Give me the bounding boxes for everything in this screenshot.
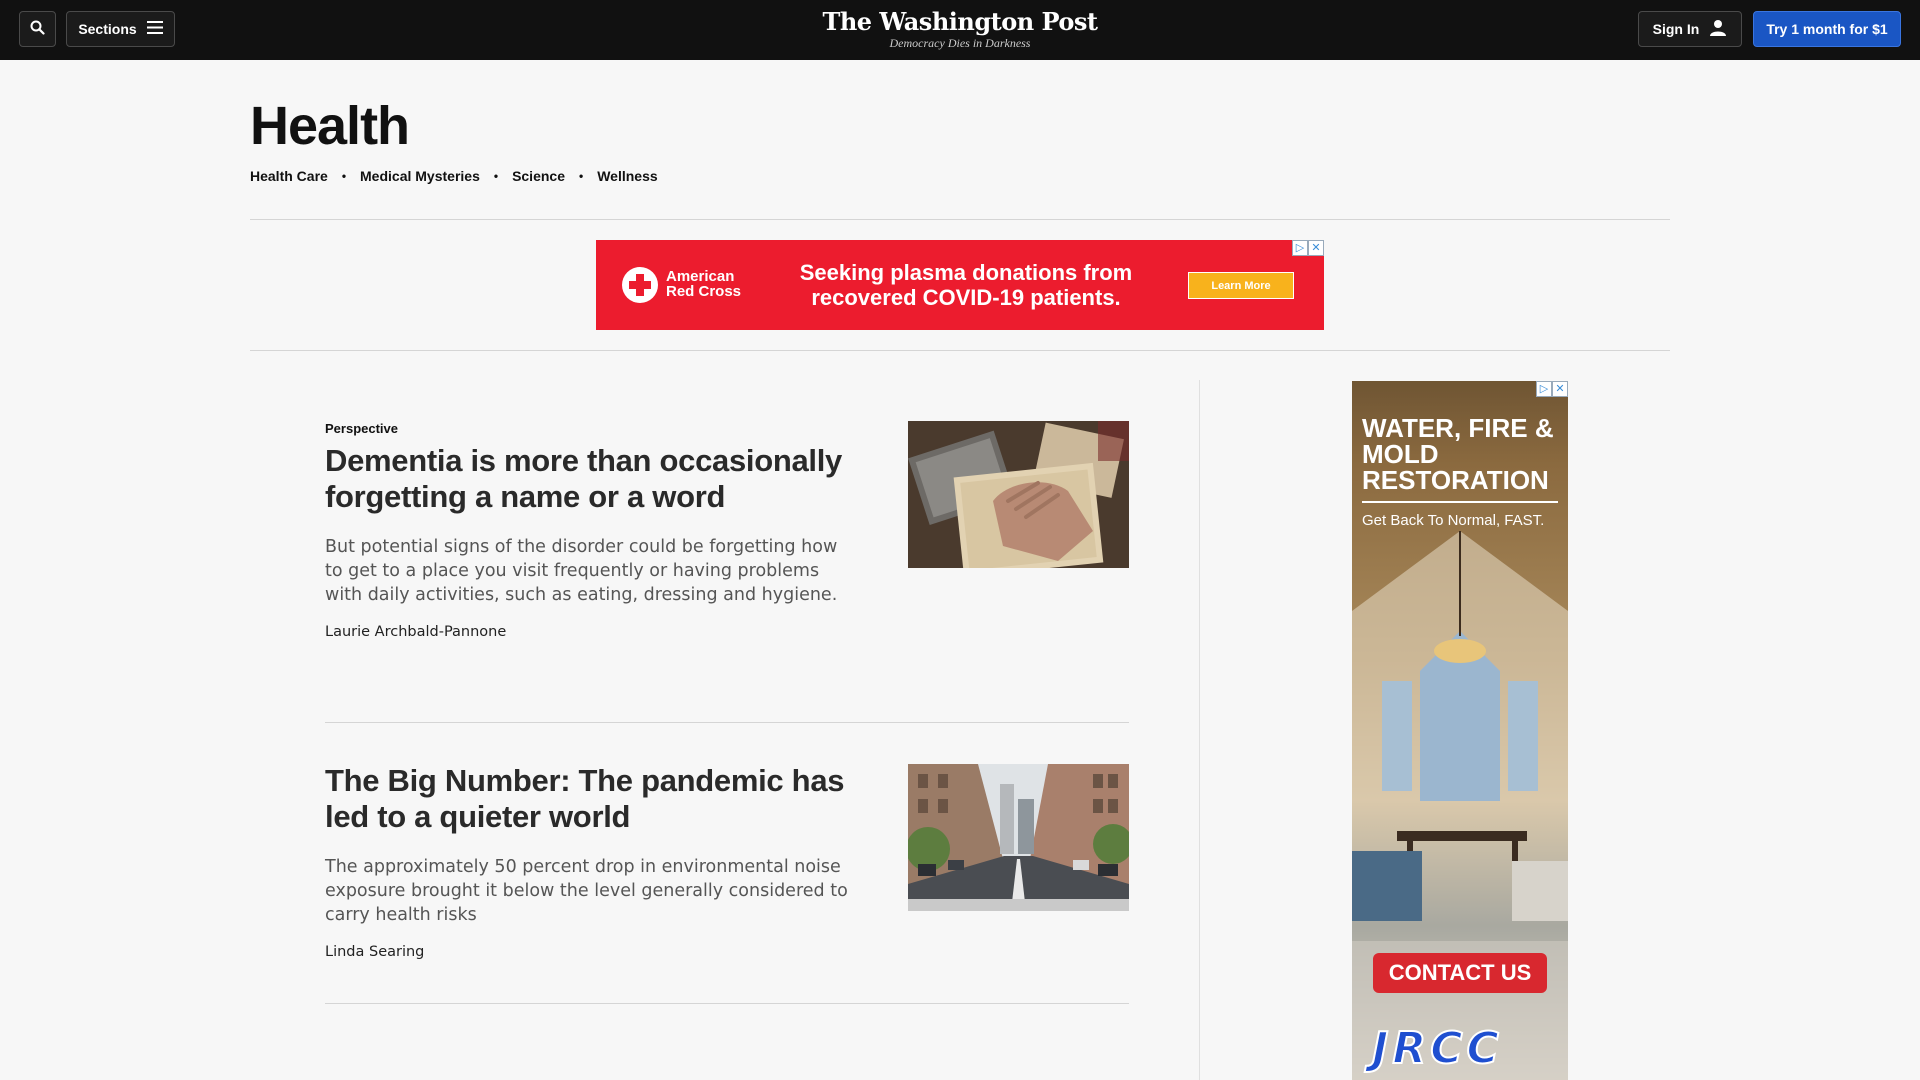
ad-learn-more-button[interactable]: Learn More <box>1188 272 1294 299</box>
logo-tagline: Democracy Dies in Darkness <box>889 36 1031 50</box>
side-ad-divider <box>1362 501 1558 503</box>
sections-button[interactable]: Sections <box>66 11 175 47</box>
sign-in-label: Sign In <box>1652 21 1700 37</box>
banner-ad[interactable]: American Red Cross Seeking plasma donati… <box>596 240 1324 330</box>
ad-choices-icon[interactable]: ▷ <box>1292 240 1308 256</box>
ad-headline: Seeking plasma donations from recovered … <box>799 260 1133 310</box>
menu-icon <box>146 21 163 37</box>
header-divider <box>250 219 1670 220</box>
subnav-separator: • <box>493 169 499 183</box>
subnav-separator: • <box>341 169 347 183</box>
section-subnav: Health Care • Medical Mysteries • Scienc… <box>250 168 658 184</box>
side-ad-contact-button[interactable]: CONTACT US <box>1373 953 1547 993</box>
subnav-item-wellness[interactable]: Wellness <box>597 168 657 184</box>
article-divider <box>325 1003 1129 1004</box>
article-thumbnail-photos[interactable] <box>908 421 1129 568</box>
article-divider <box>325 722 1129 723</box>
side-ad-headline: WATER, FIRE & MOLD RESTORATION <box>1362 413 1554 495</box>
top-navigation-bar: Sections The Washington Post Democracy D… <box>0 0 1920 60</box>
column-divider <box>1199 380 1200 1080</box>
article-blurb: The approximately 50 percent drop in env… <box>325 857 848 925</box>
ad-choices[interactable]: ▷ ✕ <box>1536 381 1568 397</box>
page-title: Health <box>250 96 410 156</box>
subnav-item-science[interactable]: Science <box>512 168 565 184</box>
user-icon <box>1709 19 1727 40</box>
side-ad-subline: Get Back To Normal, FAST. <box>1362 512 1545 529</box>
close-icon[interactable]: ✕ <box>1308 240 1324 256</box>
ad-brand: American Red Cross <box>666 269 741 299</box>
washington-post-logo[interactable]: The Washington Post Democracy Dies in Da… <box>760 7 1160 51</box>
article-blurb: But potential signs of the disorder coul… <box>325 537 838 605</box>
article-byline[interactable]: Linda Searing <box>325 944 1129 960</box>
ad-divider <box>250 350 1670 351</box>
subnav-separator: • <box>579 169 584 183</box>
subnav-item-medical-mysteries[interactable]: Medical Mysteries <box>360 168 480 184</box>
ad-brand-line: American <box>666 268 735 285</box>
ad-brand-line: Red Cross <box>666 283 742 300</box>
article-byline[interactable]: Laurie Archbald-Pannone <box>325 624 1129 640</box>
ad-choices-icon[interactable]: ▷ <box>1536 381 1552 397</box>
red-cross-icon <box>622 267 658 303</box>
search-button[interactable] <box>19 11 56 47</box>
logo-wordmark: The Washington Post <box>822 7 1098 36</box>
sign-in-button[interactable]: Sign In <box>1638 11 1742 47</box>
sections-label: Sections <box>78 21 137 37</box>
article-headline[interactable]: The Big Number: The pandemic has led to … <box>325 763 845 835</box>
close-icon[interactable]: ✕ <box>1552 381 1568 397</box>
article-thumbnail-street[interactable] <box>908 764 1129 911</box>
subscribe-button[interactable]: Try 1 month for $1 <box>1753 11 1901 47</box>
sidebar-ad[interactable]: WATER, FIRE & MOLD RESTORATION Get Back … <box>1352 381 1568 1080</box>
subnav-item-health-care[interactable]: Health Care <box>250 168 328 184</box>
side-ad-logo: JRCC <box>1371 1022 1503 1075</box>
article-headline[interactable]: Dementia is more than occasionally forge… <box>325 443 845 515</box>
ad-choices[interactable]: ▷ ✕ <box>1292 240 1324 256</box>
search-icon <box>30 20 45 38</box>
